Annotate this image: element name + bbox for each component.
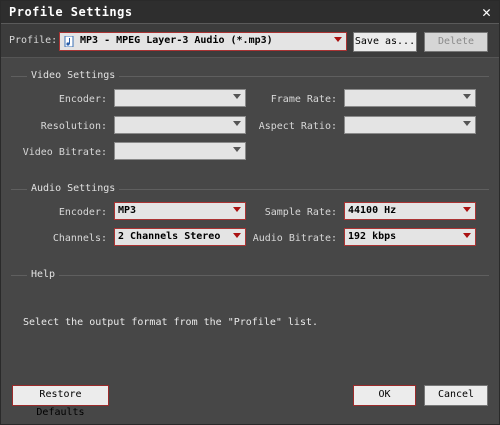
dialog-title: Profile Settings [9, 5, 133, 19]
chevron-down-icon [233, 147, 241, 152]
restore-defaults-button[interactable]: Restore Defaults [12, 385, 109, 418]
resolution-select[interactable] [114, 116, 246, 134]
help-text: Select the output format from the "Profi… [23, 317, 319, 328]
video-bitrate-select[interactable] [114, 142, 246, 160]
channels-select[interactable]: 2 Channels Stereo [114, 228, 246, 246]
video-encoder-label: Encoder: [58, 94, 107, 105]
cancel-button[interactable]: Cancel [424, 385, 488, 406]
frame-rate-label: Frame Rate: [270, 94, 337, 105]
profile-select[interactable]: MP3 - MPEG Layer-3 Audio (*.mp3) [59, 32, 347, 51]
audio-encoder-label: Encoder: [58, 207, 107, 218]
audio-bitrate-value: 192 kbps [348, 231, 397, 242]
profile-value: MP3 - MPEG Layer-3 Audio (*.mp3) [80, 35, 273, 46]
aspect-ratio-label: Aspect Ratio: [258, 121, 337, 132]
audio-bitrate-label: Audio Bitrate: [252, 233, 337, 244]
chevron-down-icon [233, 233, 241, 238]
chevron-down-icon [233, 121, 241, 126]
chevron-down-icon [463, 207, 471, 212]
help-divider [11, 275, 489, 276]
chevron-down-icon [233, 207, 241, 212]
resolution-label: Resolution: [40, 121, 107, 132]
video-settings-title: Video Settings [27, 70, 120, 81]
chevron-down-icon [463, 94, 471, 99]
close-icon[interactable]: ✕ [482, 3, 491, 21]
help-title: Help [27, 269, 60, 280]
video-encoder-select[interactable] [114, 89, 246, 107]
sample-rate-select[interactable]: 44100 Hz [344, 202, 476, 220]
sample-rate-value: 44100 Hz [348, 205, 397, 216]
ok-button[interactable]: OK [353, 385, 416, 406]
chevron-down-icon [233, 94, 241, 99]
audio-encoder-select[interactable]: MP3 [114, 202, 246, 220]
title-bar[interactable]: Profile Settings ✕ [1, 1, 499, 24]
music-file-icon [64, 36, 74, 47]
chevron-down-icon [334, 37, 342, 42]
channels-value: 2 Channels Stereo [118, 231, 221, 242]
audio-encoder-value: MP3 [118, 205, 137, 216]
delete-button[interactable]: Delete [424, 32, 488, 52]
audio-bitrate-select[interactable]: 192 kbps [344, 228, 476, 246]
video-bitrate-label: Video Bitrate: [22, 147, 107, 158]
channels-label: Channels: [52, 233, 107, 244]
profile-bar: Profile: MP3 - MPEG Layer-3 Audio (*.mp3… [1, 24, 499, 58]
chevron-down-icon [463, 121, 471, 126]
sample-rate-label: Sample Rate: [264, 207, 337, 218]
profile-label: Profile: [9, 35, 58, 46]
profile-settings-dialog: Profile Settings ✕ Profile: MP3 - MPEG L… [0, 0, 500, 425]
frame-rate-select[interactable] [344, 89, 476, 107]
chevron-down-icon [463, 233, 471, 238]
aspect-ratio-select[interactable] [344, 116, 476, 134]
audio-settings-title: Audio Settings [27, 183, 120, 194]
save-as-button[interactable]: Save as... [353, 32, 417, 52]
